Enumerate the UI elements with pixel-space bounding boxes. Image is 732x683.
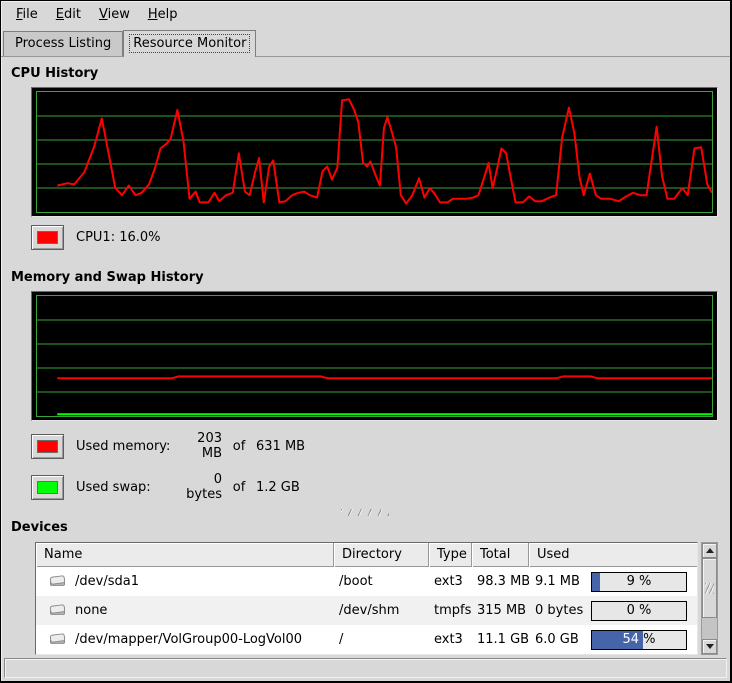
swap-of-label: of xyxy=(222,480,256,495)
table-row-none[interactable]: none /dev/shm tmpfs 315 MB 0 bytes 0 % 0… xyxy=(36,596,697,625)
memory-legend-row: Used memory: 203 MB of 631 MB xyxy=(31,431,720,461)
cpu-history-plot xyxy=(36,91,713,213)
cpu-history-chart xyxy=(31,87,718,217)
memory-legend-label: Used memory: xyxy=(76,439,176,454)
devices-table-header: Name Directory Type Total Used xyxy=(36,543,697,567)
status-bar xyxy=(4,658,727,678)
swap-used-value: 0 bytes xyxy=(176,472,222,502)
arrow-up-icon xyxy=(706,548,714,553)
usage-percent-label: 9 % xyxy=(592,573,686,591)
device-type: tmpfs xyxy=(429,596,472,625)
tab-bar: Process Listing Resource Monitor xyxy=(1,28,730,56)
swap-total-value: 1.2 GB xyxy=(256,480,300,495)
tab-resource-monitor-label: Resource Monitor xyxy=(130,35,249,52)
menu-bar: File Edit View Help xyxy=(1,1,730,28)
device-used: 6.0 GB xyxy=(535,632,591,647)
device-total: 98.3 MB xyxy=(472,567,529,596)
cpu1-color-button[interactable] xyxy=(31,225,64,250)
swap-legend-row: Used swap: 0 bytes of 1.2 GB xyxy=(31,472,720,502)
device-used: 0 bytes xyxy=(535,603,591,618)
devices-title: Devices xyxy=(11,520,720,535)
column-header-used[interactable]: Used xyxy=(529,543,697,567)
device-type: ext3 xyxy=(429,567,472,596)
memory-history-title: Memory and Swap History xyxy=(11,270,720,285)
usage-progress-bar: 0 % 0 % xyxy=(591,601,687,621)
usage-progress-bar: 54 % 54 % xyxy=(591,630,687,650)
device-directory: /boot xyxy=(334,567,429,596)
usage-percent-label: 0 % xyxy=(592,602,686,620)
device-name: /dev/sda1 xyxy=(75,574,139,589)
devices-table-body: /dev/sda1 /boot ext3 98.3 MB 9.1 MB 9 % … xyxy=(36,567,697,654)
scroll-up-button[interactable] xyxy=(702,543,717,558)
device-type: ext3 xyxy=(429,625,472,654)
drive-icon xyxy=(48,575,67,588)
tab-process-listing-label: Process Listing xyxy=(12,35,114,52)
memory-total-value: 631 MB xyxy=(256,439,305,454)
scrollbar-grip-icon xyxy=(705,583,714,594)
resource-monitor-page: CPU History CPU1: 16.0% Memory and Swap … xyxy=(1,56,730,655)
cpu-history-title: CPU History xyxy=(11,66,720,81)
column-header-directory[interactable]: Directory xyxy=(334,543,429,567)
devices-table: Name Directory Type Total Used /dev/sda xyxy=(35,542,698,655)
scrollbar-thumb[interactable] xyxy=(702,558,717,618)
devices-table-zone: Name Directory Type Total Used /dev/sda xyxy=(35,542,718,655)
cpu1-legend-label: CPU1: 16.0% xyxy=(76,230,161,245)
table-row-volgroup[interactable]: /dev/mapper/VolGroup00-LogVol00 / ext3 1… xyxy=(36,625,697,654)
device-directory: / xyxy=(334,625,429,654)
device-total: 11.1 GB xyxy=(472,625,529,654)
table-row-sda1[interactable]: /dev/sda1 /boot ext3 98.3 MB 9.1 MB 9 % … xyxy=(36,567,697,596)
devices-vertical-scrollbar[interactable] xyxy=(701,542,718,655)
column-header-name[interactable]: Name xyxy=(36,543,334,567)
cpu1-color-swatch xyxy=(37,231,58,244)
swap-color-swatch xyxy=(37,481,58,494)
tab-process-listing[interactable]: Process Listing xyxy=(3,31,123,56)
swap-color-button[interactable] xyxy=(31,475,64,500)
device-used: 9.1 MB xyxy=(535,574,591,589)
column-header-type[interactable]: Type xyxy=(429,543,472,567)
drive-icon xyxy=(48,604,67,617)
device-name: none xyxy=(75,603,107,618)
memory-swap-plot xyxy=(36,295,713,417)
scroll-down-button[interactable] xyxy=(702,639,717,654)
memory-swap-chart xyxy=(31,291,718,421)
cpu-legend-row: CPU1: 16.0% xyxy=(31,225,720,250)
menu-file[interactable]: File xyxy=(7,4,47,25)
drive-icon xyxy=(48,633,67,646)
device-name: /dev/mapper/VolGroup00-LogVol00 xyxy=(75,632,302,647)
menu-edit[interactable]: Edit xyxy=(47,4,90,25)
device-directory: /dev/shm xyxy=(334,596,429,625)
memory-color-swatch xyxy=(37,440,58,453)
memory-of-label: of xyxy=(222,439,256,454)
scrollbar-track[interactable] xyxy=(702,618,717,639)
usage-progress-bar: 9 % 9 % xyxy=(591,572,687,592)
menu-help[interactable]: Help xyxy=(139,4,187,25)
system-monitor-window: File Edit View Help Process Listing Reso… xyxy=(0,0,732,683)
usage-progress-fill: 54 % xyxy=(592,631,643,649)
pane-resize-grip[interactable] xyxy=(341,509,389,516)
memory-color-button[interactable] xyxy=(31,434,64,459)
column-header-total[interactable]: Total xyxy=(472,543,529,567)
device-total: 315 MB xyxy=(472,596,529,625)
swap-legend-label: Used swap: xyxy=(76,480,176,495)
menu-view[interactable]: View xyxy=(90,4,139,25)
memory-used-value: 203 MB xyxy=(176,431,222,461)
tab-resource-monitor[interactable]: Resource Monitor xyxy=(123,30,256,57)
usage-progress-fill: 9 % xyxy=(592,573,600,591)
arrow-down-icon xyxy=(706,644,714,649)
